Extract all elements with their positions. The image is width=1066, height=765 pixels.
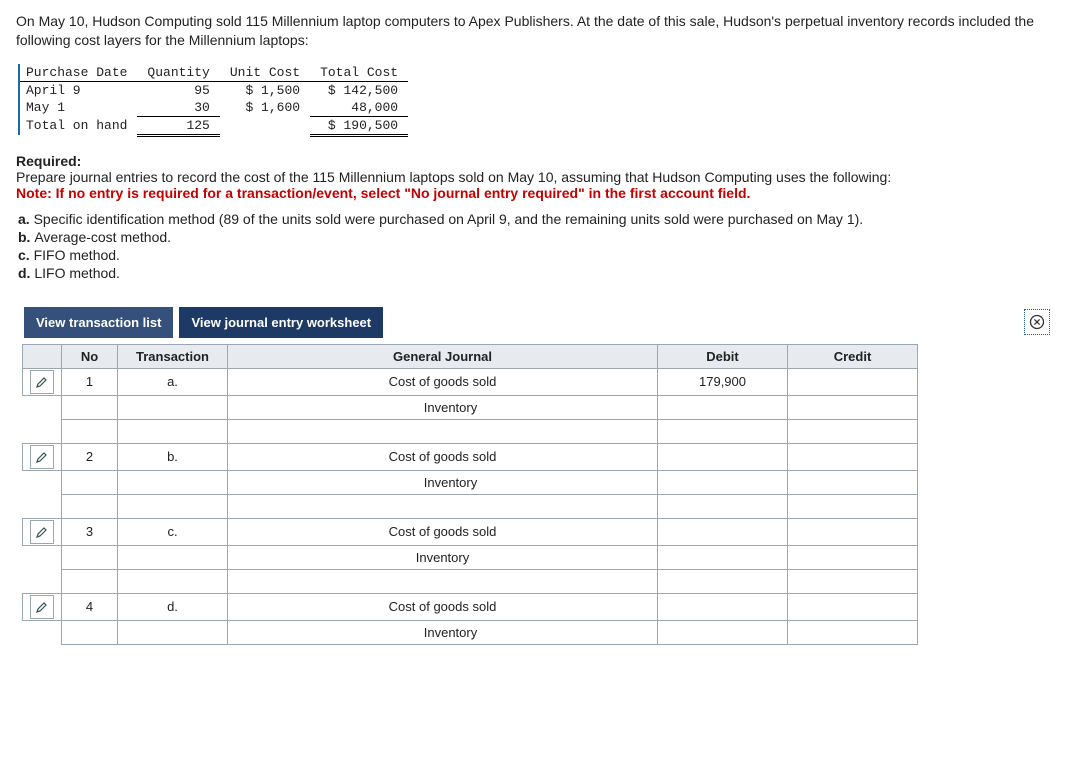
cell-credit[interactable] [788, 518, 918, 545]
cell-account[interactable]: Cost of goods sold [228, 593, 658, 620]
pencil-icon [36, 376, 48, 388]
cell-account[interactable]: Inventory [228, 545, 658, 569]
cell-debit[interactable] [658, 620, 788, 644]
col-general-journal: General Journal [228, 344, 658, 368]
cell-txn: a. [118, 368, 228, 395]
cell-account[interactable]: Cost of goods sold [228, 443, 658, 470]
row-unit: $ 1,600 [220, 99, 310, 117]
item-a: Specific identification method (89 of th… [34, 211, 864, 227]
col-debit: Debit [658, 344, 788, 368]
cell-no: 4 [62, 593, 118, 620]
col-purchase-date: Purchase Date [19, 64, 137, 82]
cell-debit[interactable]: 179,900 [658, 368, 788, 395]
row-qty: 95 [137, 81, 219, 99]
cell-debit[interactable] [658, 470, 788, 494]
pencil-icon [36, 526, 48, 538]
cell-debit[interactable] [658, 593, 788, 620]
col-no: No [62, 344, 118, 368]
required-title: Required: [16, 153, 1050, 169]
cell-txn: b. [118, 443, 228, 470]
cell-debit[interactable] [658, 443, 788, 470]
col-unit-cost: Unit Cost [220, 64, 310, 82]
cell-no: 3 [62, 518, 118, 545]
total-cost: $ 190,500 [310, 116, 408, 135]
cost-layer-table: Purchase Date Quantity Unit Cost Total C… [18, 64, 408, 137]
cell-credit[interactable] [788, 470, 918, 494]
row-unit: $ 1,500 [220, 81, 310, 99]
row-date: May 1 [19, 99, 137, 117]
cell-credit[interactable] [788, 593, 918, 620]
cell-credit[interactable] [788, 395, 918, 419]
cell-account[interactable]: Inventory [228, 470, 658, 494]
cell-no: 1 [62, 368, 118, 395]
cell-debit[interactable] [658, 395, 788, 419]
cell-account[interactable]: Cost of goods sold [228, 368, 658, 395]
edit-row-button[interactable] [30, 445, 54, 469]
edit-row-button[interactable] [30, 520, 54, 544]
row-total: 48,000 [310, 99, 408, 117]
cell-txn: d. [118, 593, 228, 620]
edit-row-button[interactable] [30, 595, 54, 619]
cell-credit[interactable] [788, 545, 918, 569]
row-qty: 30 [137, 99, 219, 117]
cell-debit[interactable] [658, 545, 788, 569]
tab-transaction-list[interactable]: View transaction list [24, 307, 173, 338]
pencil-icon [36, 601, 48, 613]
required-body: Prepare journal entries to record the co… [16, 169, 1050, 185]
col-transaction: Transaction [118, 344, 228, 368]
edit-row-button[interactable] [30, 370, 54, 394]
close-button[interactable] [1024, 309, 1050, 335]
close-icon [1029, 314, 1045, 330]
cell-credit[interactable] [788, 443, 918, 470]
cell-debit[interactable] [658, 518, 788, 545]
col-total-cost: Total Cost [310, 64, 408, 82]
required-block: Required: Prepare journal entries to rec… [16, 153, 1050, 201]
cell-credit[interactable] [788, 368, 918, 395]
cell-account[interactable]: Inventory [228, 395, 658, 419]
intro-text: On May 10, Hudson Computing sold 115 Mil… [16, 12, 1050, 50]
required-note: Note: If no entry is required for a tran… [16, 185, 1050, 201]
total-label: Total on hand [19, 116, 137, 135]
item-b: Average-cost method. [34, 229, 171, 245]
row-date: April 9 [19, 81, 137, 99]
cell-no: 2 [62, 443, 118, 470]
method-list: a. Specific identification method (89 of… [16, 211, 1050, 281]
item-c: FIFO method. [34, 247, 120, 263]
row-total: $ 142,500 [310, 81, 408, 99]
cell-account[interactable]: Cost of goods sold [228, 518, 658, 545]
cell-account[interactable]: Inventory [228, 620, 658, 644]
col-quantity: Quantity [137, 64, 219, 82]
item-d: LIFO method. [34, 265, 120, 281]
col-credit: Credit [788, 344, 918, 368]
cell-credit[interactable] [788, 620, 918, 644]
journal-table: No Transaction General Journal Debit Cre… [22, 344, 918, 645]
tab-journal-worksheet[interactable]: View journal entry worksheet [179, 307, 383, 338]
total-qty: 125 [137, 116, 219, 135]
pencil-icon [36, 451, 48, 463]
cell-txn: c. [118, 518, 228, 545]
